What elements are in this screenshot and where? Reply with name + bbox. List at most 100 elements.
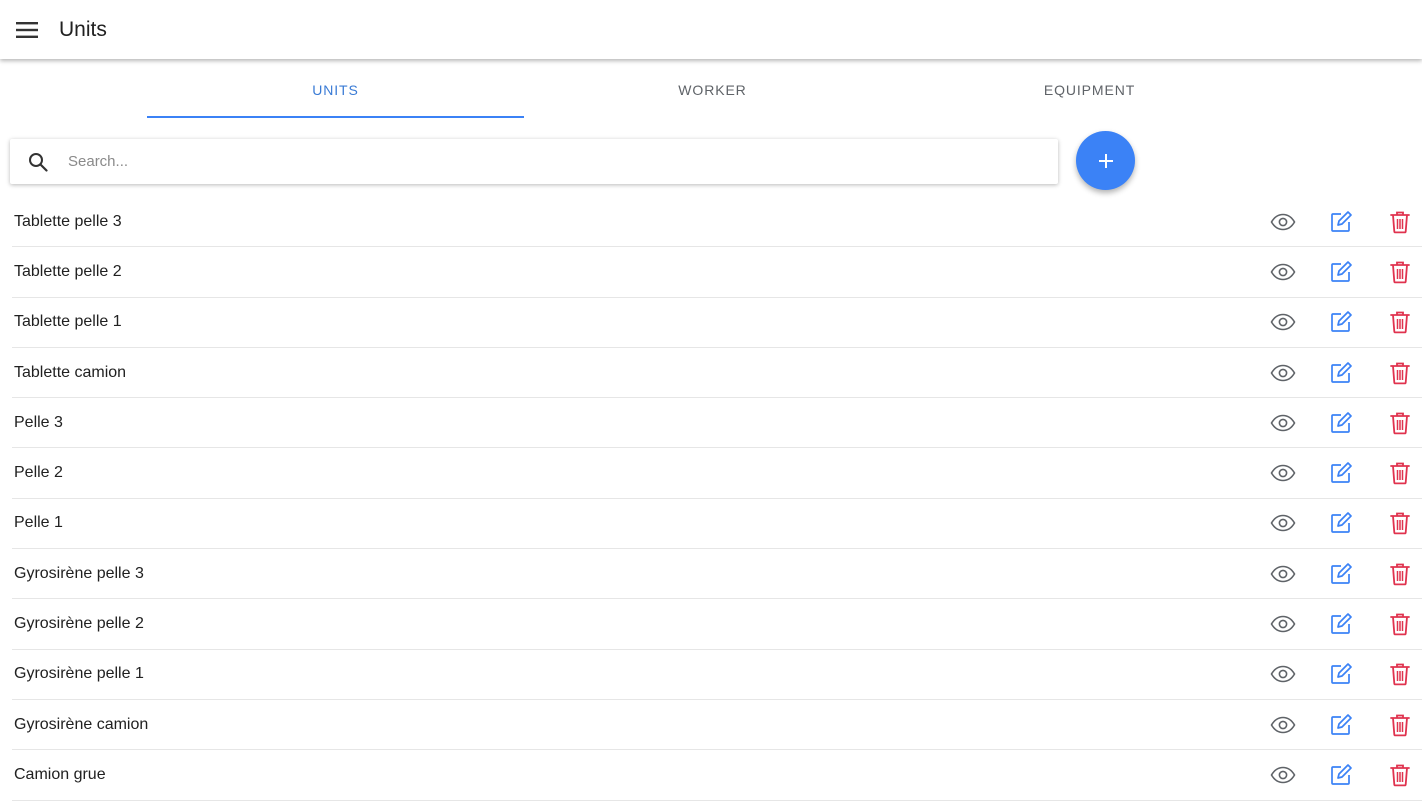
list-item: Pelle 3 bbox=[12, 398, 1422, 449]
eye-icon bbox=[1270, 313, 1296, 331]
menu-icon bbox=[16, 21, 38, 38]
edit-button[interactable] bbox=[1327, 610, 1355, 638]
eye-icon bbox=[1270, 263, 1296, 281]
add-unit-button[interactable] bbox=[1076, 131, 1135, 190]
edit-icon bbox=[1331, 261, 1352, 282]
view-button[interactable] bbox=[1269, 359, 1297, 387]
list-item: Gyrosirène pelle 2 bbox=[12, 599, 1422, 650]
app-bar: Units bbox=[0, 0, 1422, 59]
delete-button[interactable] bbox=[1386, 459, 1414, 487]
list-item-label: Gyrosirène camion bbox=[14, 715, 149, 733]
edit-button[interactable] bbox=[1327, 761, 1355, 789]
eye-icon bbox=[1270, 464, 1296, 482]
list-item-label: Tablette pelle 1 bbox=[14, 313, 122, 331]
view-button[interactable] bbox=[1269, 258, 1297, 286]
eye-icon bbox=[1270, 716, 1296, 733]
edit-icon bbox=[1331, 210, 1352, 232]
list-item-label: Tablette camion bbox=[14, 363, 127, 381]
edit-button[interactable] bbox=[1327, 459, 1355, 487]
delete-button[interactable] bbox=[1386, 660, 1414, 688]
view-button[interactable] bbox=[1269, 610, 1297, 638]
delete-button[interactable] bbox=[1386, 308, 1414, 336]
view-button[interactable] bbox=[1269, 409, 1297, 437]
list-item-label: Gyrosirène pelle 3 bbox=[14, 564, 144, 582]
view-button[interactable] bbox=[1269, 711, 1297, 739]
edit-button[interactable] bbox=[1327, 409, 1355, 437]
edit-button[interactable] bbox=[1327, 509, 1355, 537]
list-item-label: Tablette pelle 2 bbox=[14, 262, 122, 280]
eye-icon bbox=[1270, 414, 1296, 432]
tab-units[interactable]: UNITS bbox=[147, 62, 524, 118]
trash-icon bbox=[1390, 211, 1410, 233]
delete-button[interactable] bbox=[1386, 509, 1414, 537]
view-button[interactable] bbox=[1269, 660, 1297, 688]
trash-icon bbox=[1390, 513, 1410, 535]
list-item: Camion grue bbox=[12, 750, 1422, 801]
delete-button[interactable] bbox=[1386, 711, 1414, 739]
list-item-label: Gyrosirène pelle 1 bbox=[14, 665, 144, 683]
eye-icon bbox=[1270, 766, 1296, 784]
trash-icon bbox=[1390, 412, 1410, 435]
list-item-label: Gyrosirène pelle 2 bbox=[14, 615, 144, 633]
list-item: Tablette camion bbox=[12, 348, 1422, 399]
view-button[interactable] bbox=[1269, 509, 1297, 537]
edit-button[interactable] bbox=[1327, 711, 1355, 739]
eye-icon bbox=[1270, 666, 1296, 683]
edit-button[interactable] bbox=[1327, 308, 1355, 336]
tab-worker[interactable]: WORKER bbox=[524, 62, 901, 118]
search-icon bbox=[27, 151, 49, 173]
trash-icon bbox=[1390, 563, 1410, 586]
view-button[interactable] bbox=[1269, 308, 1297, 336]
edit-button[interactable] bbox=[1327, 258, 1355, 286]
edit-icon bbox=[1331, 613, 1352, 634]
list-item-label: Pelle 2 bbox=[14, 464, 63, 482]
trash-icon bbox=[1390, 613, 1410, 636]
trash-icon bbox=[1390, 764, 1410, 787]
list-item: Gyrosirène pelle 3 bbox=[12, 549, 1422, 600]
edit-button[interactable] bbox=[1327, 660, 1355, 688]
list-item: Gyrosirène pelle 1 bbox=[12, 650, 1422, 700]
delete-button[interactable] bbox=[1386, 560, 1414, 588]
eye-icon bbox=[1270, 565, 1296, 583]
tab-indicator bbox=[147, 116, 524, 118]
tab-bar: UNITS WORKER EQUIPMENT bbox=[0, 62, 1422, 118]
trash-icon bbox=[1390, 663, 1410, 686]
edit-icon bbox=[1331, 713, 1352, 735]
list-item: Gyrosirène camion bbox=[12, 700, 1422, 751]
delete-button[interactable] bbox=[1386, 610, 1414, 638]
list-item: Tablette pelle 2 bbox=[12, 247, 1422, 298]
list-item: Tablette pelle 1 bbox=[12, 298, 1422, 348]
eye-icon bbox=[1270, 515, 1296, 532]
list-item-label: Pelle 1 bbox=[14, 514, 63, 532]
edit-button[interactable] bbox=[1327, 560, 1355, 588]
view-button[interactable] bbox=[1269, 761, 1297, 789]
edit-icon bbox=[1331, 311, 1352, 333]
list-item: Tablette pelle 3 bbox=[12, 197, 1422, 248]
delete-button[interactable] bbox=[1386, 359, 1414, 387]
plus-icon bbox=[1098, 153, 1113, 168]
delete-button[interactable] bbox=[1386, 761, 1414, 789]
delete-button[interactable] bbox=[1386, 409, 1414, 437]
list-item-label: Camion grue bbox=[14, 765, 106, 783]
tab-equipment[interactable]: EQUIPMENT bbox=[901, 62, 1278, 118]
trash-icon bbox=[1390, 261, 1410, 284]
view-button[interactable] bbox=[1269, 560, 1297, 588]
list-item-label: Pelle 3 bbox=[14, 413, 63, 431]
edit-icon bbox=[1331, 764, 1352, 785]
edit-button[interactable] bbox=[1327, 208, 1355, 236]
page-title: Units bbox=[59, 17, 107, 41]
search-input[interactable] bbox=[68, 146, 1028, 177]
delete-button[interactable] bbox=[1386, 258, 1414, 286]
units-list: Tablette pelle 3 Tablette pelle 2 Tablet… bbox=[0, 197, 1422, 801]
search-bar bbox=[10, 139, 1058, 184]
edit-button[interactable] bbox=[1327, 359, 1355, 387]
list-item: Pelle 1 bbox=[12, 499, 1422, 550]
view-button[interactable] bbox=[1269, 459, 1297, 487]
view-button[interactable] bbox=[1269, 208, 1297, 236]
list-item-label: Tablette pelle 3 bbox=[14, 212, 122, 230]
eye-icon bbox=[1270, 615, 1296, 633]
delete-button[interactable] bbox=[1386, 208, 1414, 236]
menu-button[interactable] bbox=[14, 17, 40, 43]
edit-icon bbox=[1331, 562, 1352, 584]
edit-icon bbox=[1331, 663, 1352, 685]
